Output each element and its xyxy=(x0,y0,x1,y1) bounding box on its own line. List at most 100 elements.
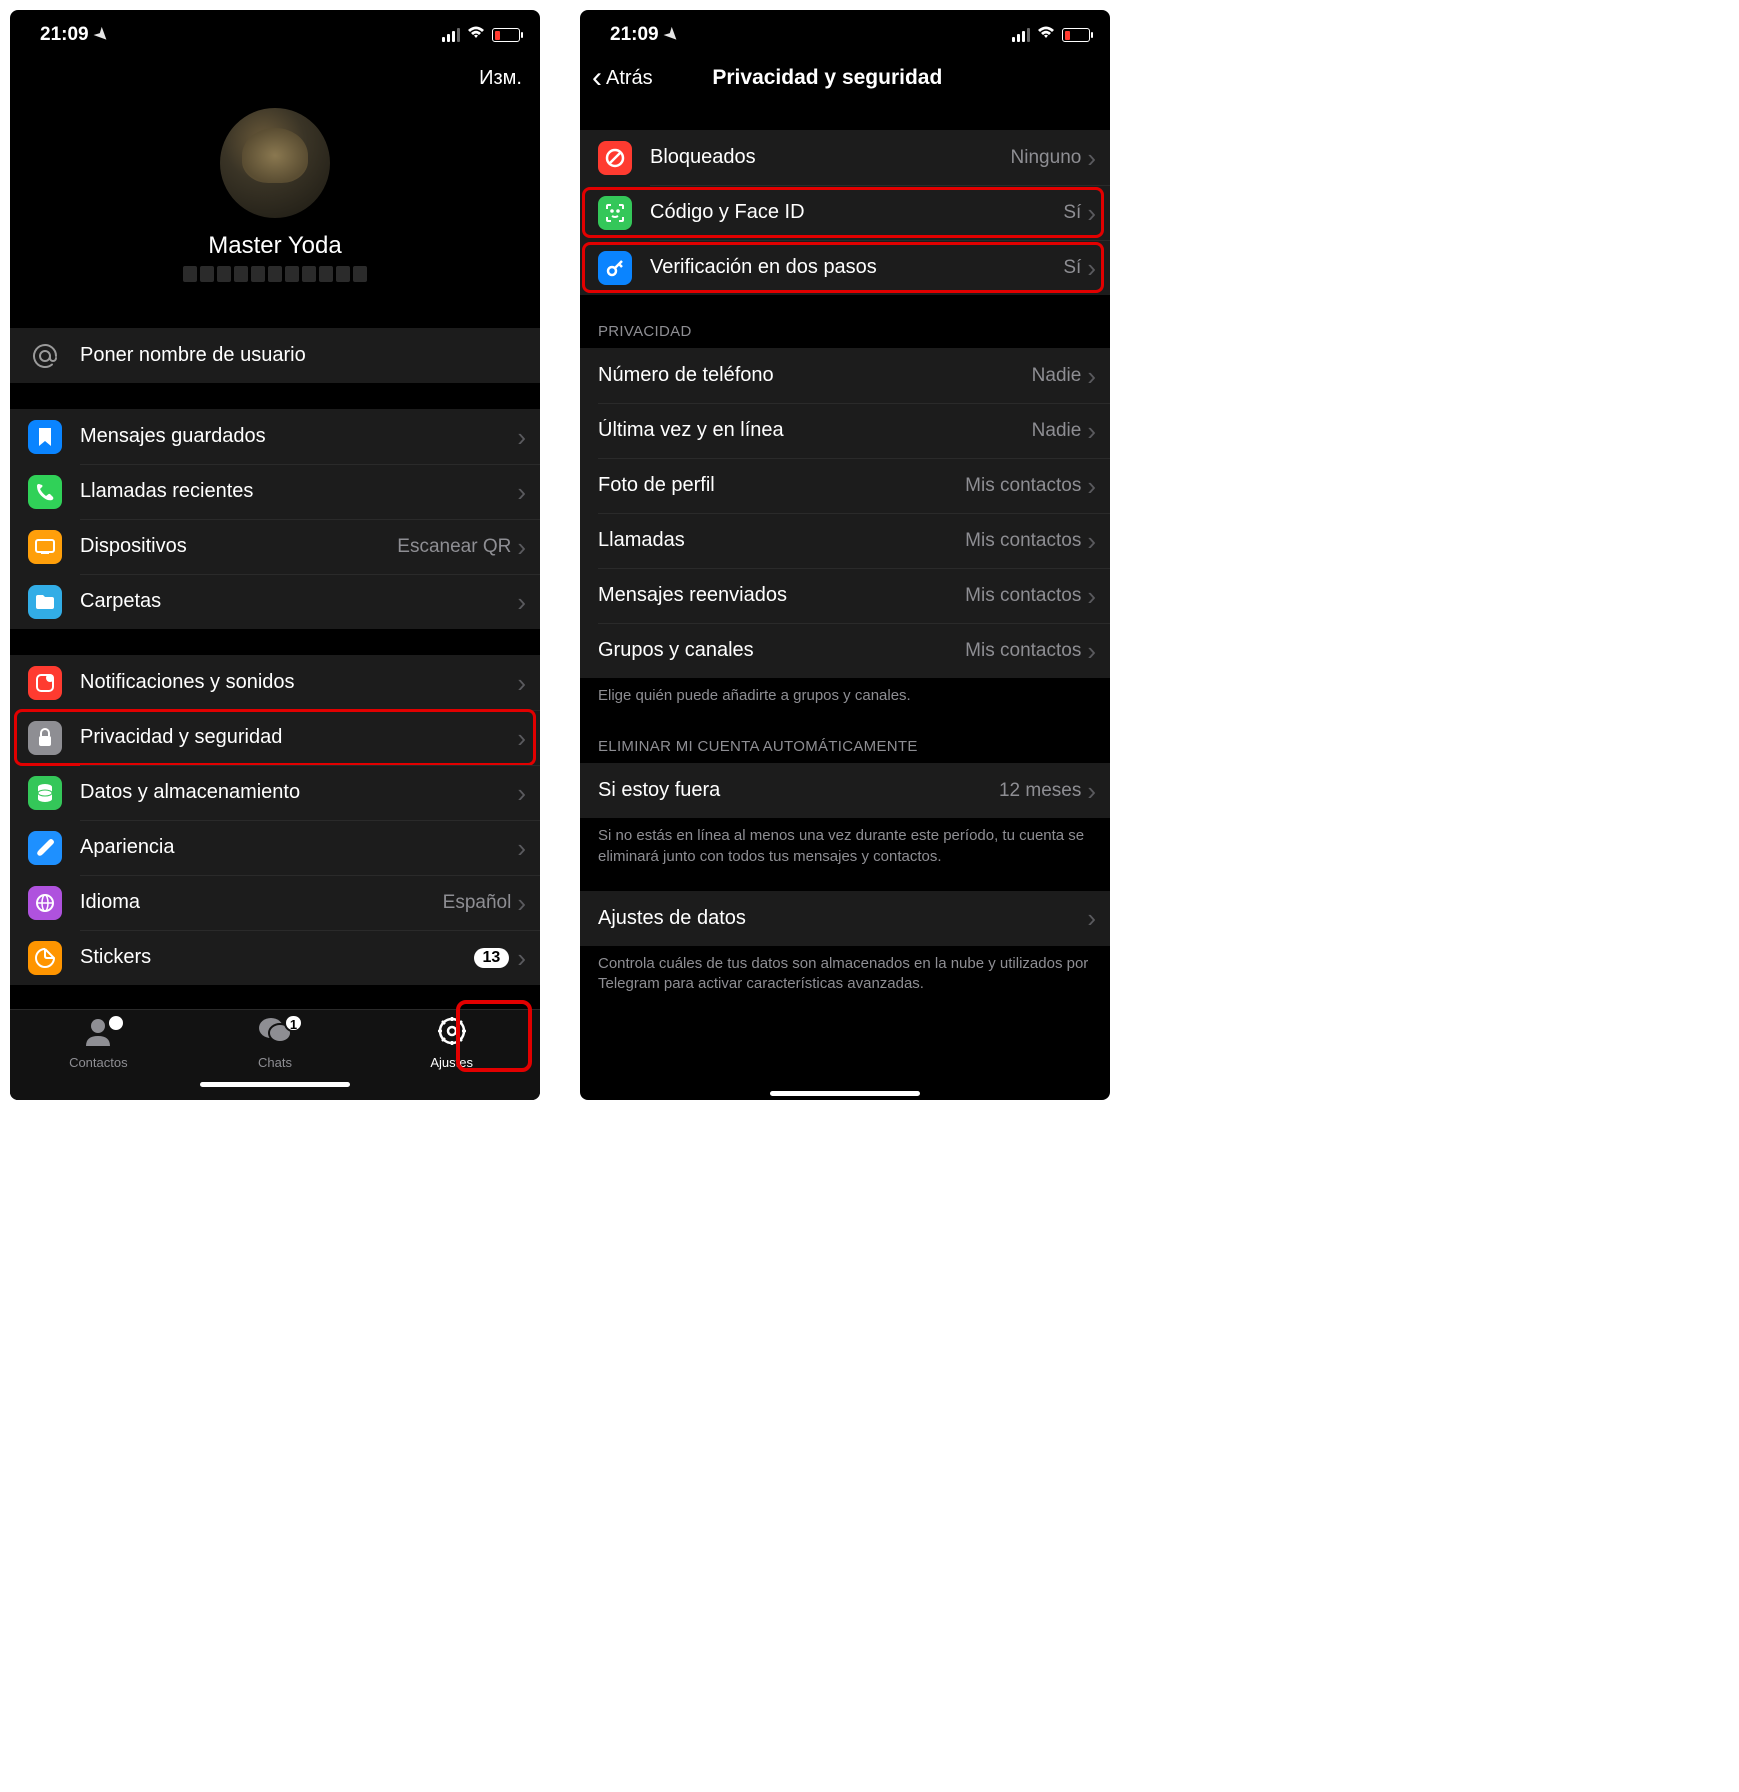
location-icon: ➤ xyxy=(90,23,114,47)
row-folders[interactable]: Carpetas › xyxy=(10,574,540,629)
row-label: Apariencia xyxy=(80,836,517,859)
privacy-screen: 21:09 ➤ ‹ Atrás Privacidad y seguridad B… xyxy=(580,10,1110,1100)
row-label: Mensajes reenviados xyxy=(598,584,965,607)
row-detail: 12 meses xyxy=(999,780,1081,802)
tab-label: Contactos xyxy=(69,1055,128,1070)
chevron-right-icon: › xyxy=(1087,255,1096,281)
row-last-seen[interactable]: Última vez y en línea Nadie › xyxy=(580,403,1110,458)
avatar[interactable] xyxy=(220,108,330,218)
row-language[interactable]: Idioma Español › xyxy=(10,875,540,930)
section-footer-delete: Si no estás en línea al menos una vez du… xyxy=(580,818,1110,871)
brush-icon xyxy=(28,831,62,865)
row-devices[interactable]: Dispositivos Escanear QR › xyxy=(10,519,540,574)
row-label: Código y Face ID xyxy=(650,201,1063,224)
chevron-right-icon: › xyxy=(1087,200,1096,226)
row-label: Mensajes guardados xyxy=(80,425,517,448)
stickers-badge: 13 xyxy=(474,948,510,968)
row-saved-messages[interactable]: Mensajes guardados › xyxy=(10,409,540,464)
row-detail: Mis contactos xyxy=(965,585,1081,607)
row-notifications[interactable]: Notificaciones y sonidos › xyxy=(10,655,540,710)
chevron-right-icon: › xyxy=(1087,473,1096,499)
folder-icon xyxy=(28,585,62,619)
chevron-right-icon: › xyxy=(1087,363,1096,389)
row-label: Poner nombre de usuario xyxy=(80,344,526,367)
row-stickers[interactable]: Stickers 13 › xyxy=(10,930,540,985)
section-header-privacy: Privacidad xyxy=(580,295,1110,348)
profile-name: Master Yoda xyxy=(10,232,540,260)
signal-icon xyxy=(1012,28,1030,42)
tab-label: Chats xyxy=(258,1055,292,1070)
nav-title: Privacidad y seguridad xyxy=(593,66,1062,90)
row-privacy-security[interactable]: Privacidad y seguridad › xyxy=(10,710,540,765)
status-bar: 21:09 ➤ xyxy=(10,10,540,56)
row-blocked[interactable]: Bloqueados Ninguno › xyxy=(580,130,1110,185)
row-label: Idioma xyxy=(80,891,443,914)
tab-bar: ! Contactos 1 Chats Ajustes xyxy=(10,1009,540,1074)
status-time: 21:09 xyxy=(40,24,89,46)
status-bar: 21:09 ➤ xyxy=(580,10,1110,56)
profile-subtitle-redacted xyxy=(10,266,540,284)
notification-icon xyxy=(28,666,62,700)
row-username[interactable]: Poner nombre de usuario xyxy=(10,328,540,383)
signal-icon xyxy=(442,28,460,42)
tab-chats[interactable]: 1 Chats xyxy=(187,1016,364,1070)
sticker-icon xyxy=(28,941,62,975)
row-label: Llamadas xyxy=(598,529,965,552)
row-detail: Mis contactos xyxy=(965,530,1081,552)
chevron-right-icon: › xyxy=(1087,145,1096,171)
database-icon xyxy=(28,776,62,810)
row-label: Datos y almacenamiento xyxy=(80,781,517,804)
phone-icon xyxy=(28,475,62,509)
row-label: Grupos y canales xyxy=(598,639,965,662)
row-data-settings[interactable]: Ajustes de datos › xyxy=(580,891,1110,946)
chevron-right-icon: › xyxy=(517,725,526,751)
row-label: Número de teléfono xyxy=(598,364,1032,387)
row-detail: Sí xyxy=(1063,202,1081,224)
chevron-right-icon: › xyxy=(1087,638,1096,664)
row-detail: Nadie xyxy=(1032,365,1082,387)
chats-badge: 1 xyxy=(284,1014,303,1032)
row-label: Stickers xyxy=(80,946,474,969)
tab-settings[interactable]: Ajustes xyxy=(363,1016,540,1070)
row-label: Verificación en dos pasos xyxy=(650,256,1063,279)
row-label: Foto de perfil xyxy=(598,474,965,497)
faceid-icon xyxy=(598,196,632,230)
chevron-right-icon: › xyxy=(1087,778,1096,804)
battery-icon xyxy=(492,28,520,42)
row-detail: Español xyxy=(443,892,512,914)
row-data-storage[interactable]: Datos y almacenamiento › xyxy=(10,765,540,820)
row-label: Carpetas xyxy=(80,590,517,613)
home-indicator xyxy=(580,1091,1110,1096)
row-label: Dispositivos xyxy=(80,535,397,558)
edit-button[interactable]: Изм. xyxy=(479,67,522,90)
home-indicator xyxy=(10,1074,540,1100)
row-profile-photo[interactable]: Foto de perfil Mis contactos › xyxy=(580,458,1110,513)
row-forwarded[interactable]: Mensajes reenviados Mis contactos › xyxy=(580,568,1110,623)
tab-contacts[interactable]: ! Contactos xyxy=(10,1016,187,1070)
wifi-icon xyxy=(1036,25,1056,45)
row-groups[interactable]: Grupos y canales Mis contactos › xyxy=(580,623,1110,678)
globe-icon xyxy=(28,886,62,920)
chevron-right-icon: › xyxy=(517,534,526,560)
row-if-away[interactable]: Si estoy fuera 12 meses › xyxy=(580,763,1110,818)
row-detail: Ninguno xyxy=(1011,147,1082,169)
row-calls[interactable]: Llamadas Mis contactos › xyxy=(580,513,1110,568)
chevron-right-icon: › xyxy=(517,424,526,450)
chevron-right-icon: › xyxy=(517,479,526,505)
row-recent-calls[interactable]: Llamadas recientes › xyxy=(10,464,540,519)
row-detail: Escanear QR xyxy=(397,536,511,558)
row-label: Llamadas recientes xyxy=(80,480,517,503)
row-phone-number[interactable]: Número de teléfono Nadie › xyxy=(580,348,1110,403)
row-label: Privacidad y seguridad xyxy=(80,726,517,749)
row-label: Ajustes de datos xyxy=(598,907,1087,930)
row-appearance[interactable]: Apariencia › xyxy=(10,820,540,875)
row-passcode-faceid[interactable]: Código y Face ID Sí › xyxy=(580,185,1110,240)
nav-header: ‹ Atrás Privacidad y seguridad xyxy=(580,56,1110,104)
battery-icon xyxy=(1062,28,1090,42)
chevron-right-icon: › xyxy=(517,835,526,861)
row-label: Notificaciones y sonidos xyxy=(80,671,517,694)
row-label: Última vez y en línea xyxy=(598,419,1032,442)
chevron-right-icon: › xyxy=(1087,583,1096,609)
row-two-step[interactable]: Verificación en dos pasos Sí › xyxy=(580,240,1110,295)
chevron-right-icon: › xyxy=(517,780,526,806)
